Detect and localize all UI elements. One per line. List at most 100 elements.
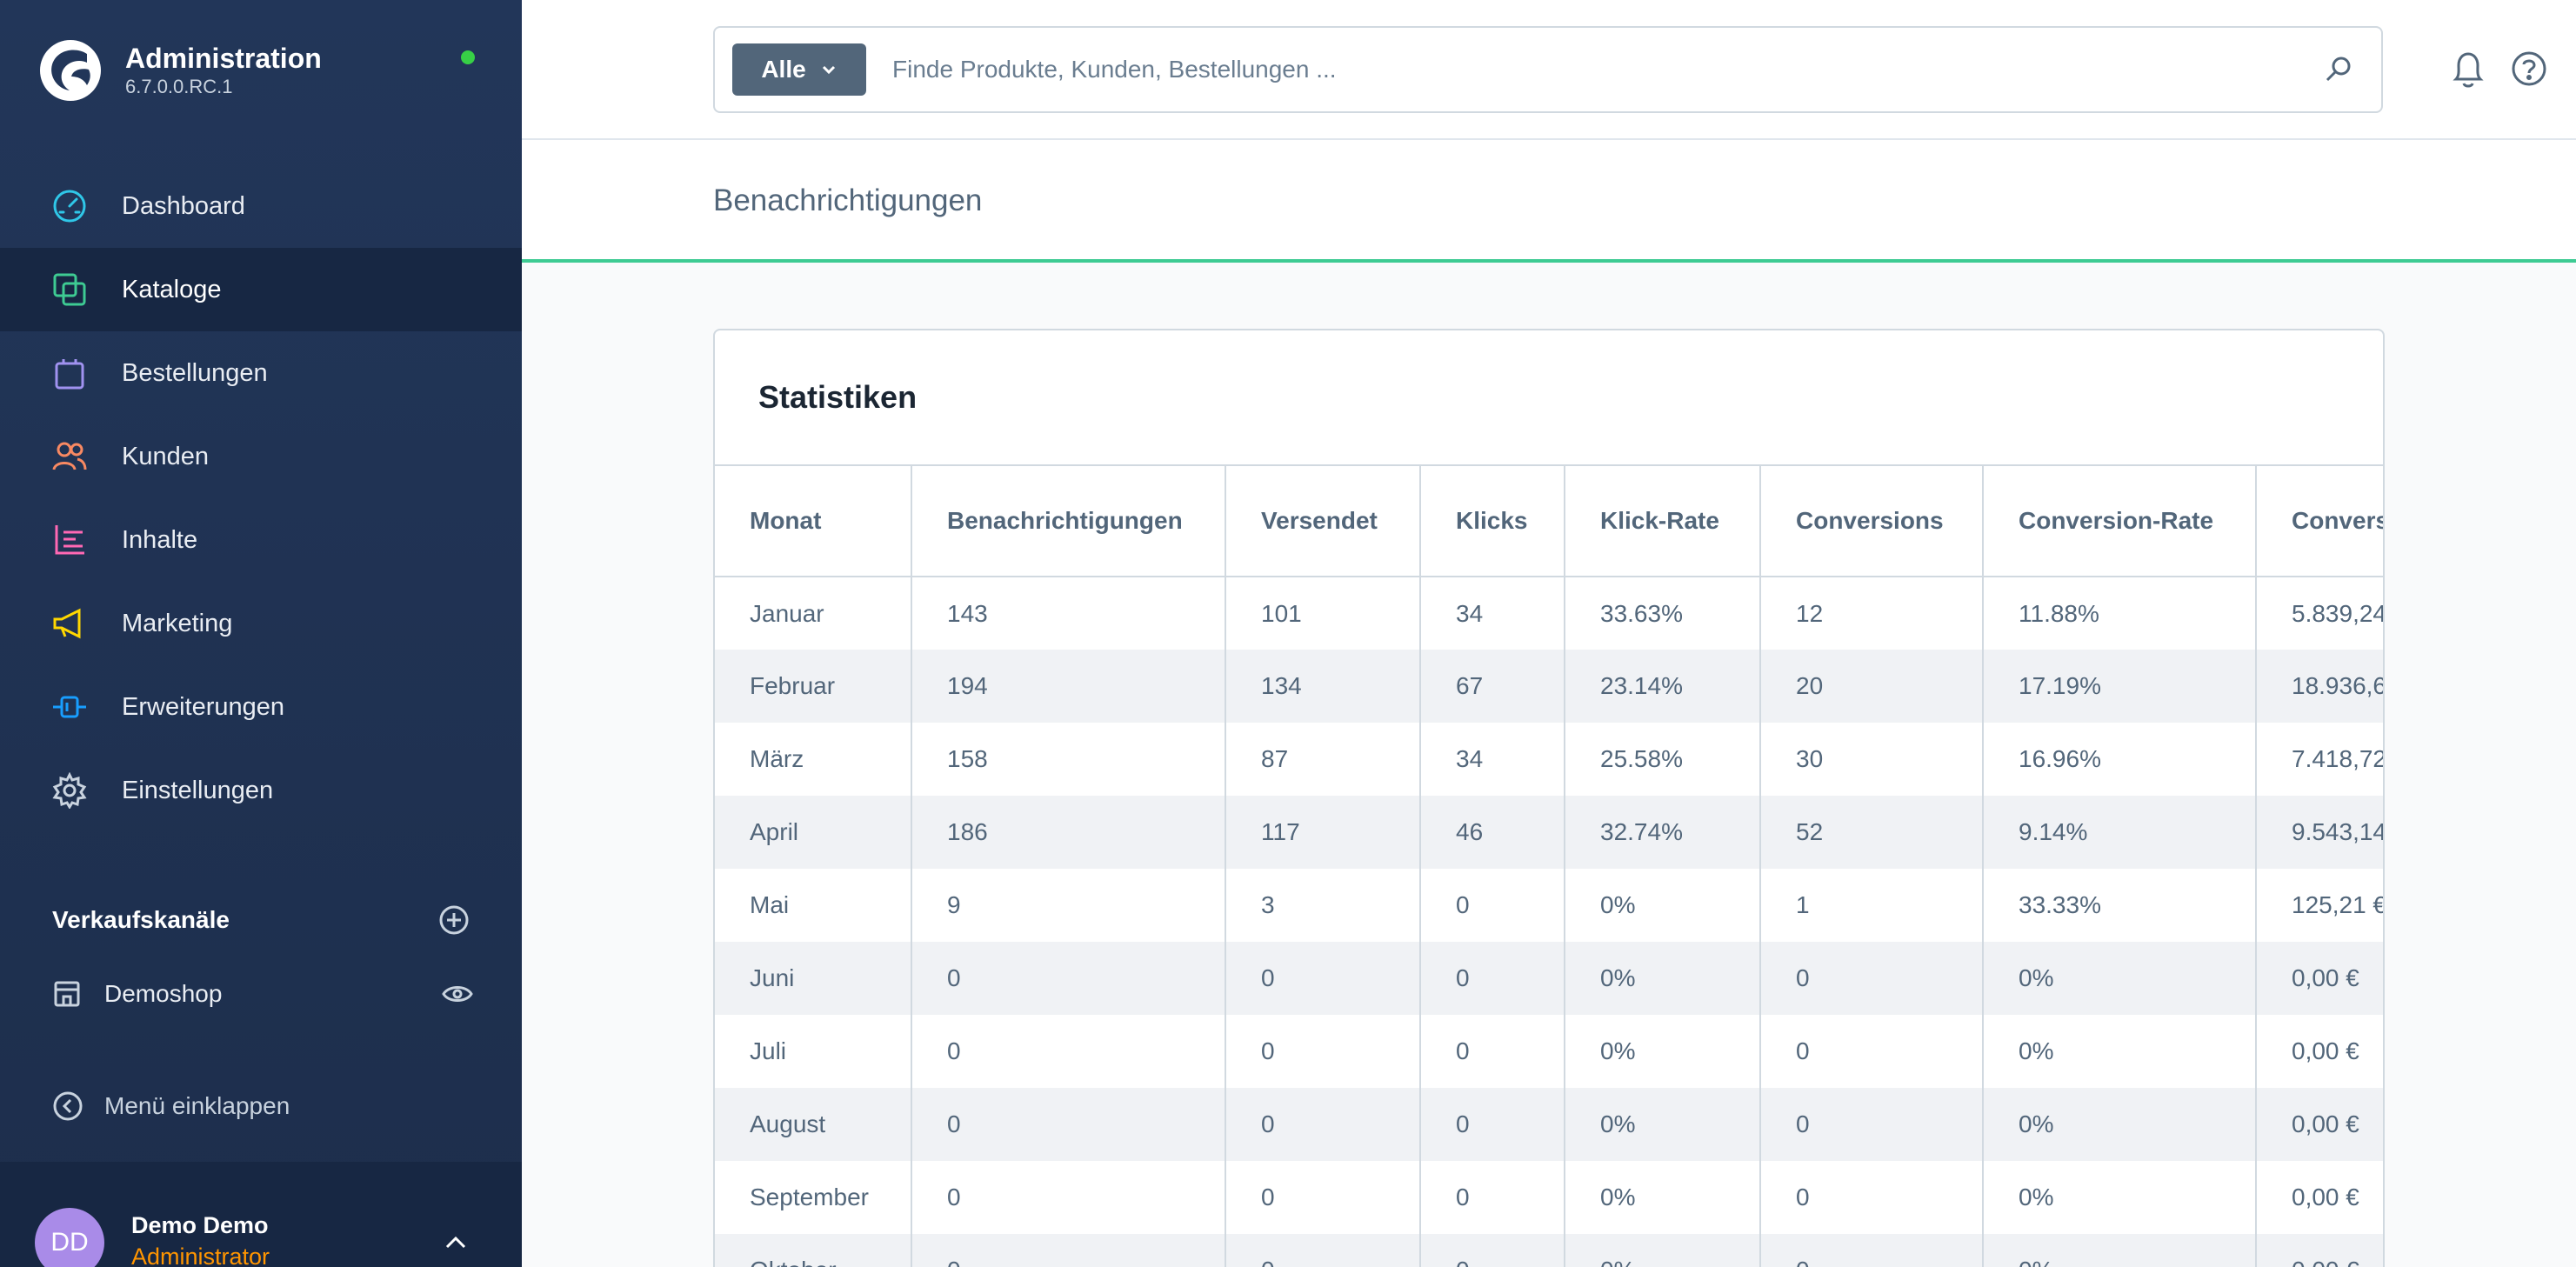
table-cell: 7.418,72 € bbox=[2292, 745, 2385, 772]
search-type-label: Alle bbox=[761, 56, 806, 83]
nav-label: Kataloge bbox=[122, 275, 222, 303]
table-cell: 0 bbox=[1225, 1161, 1421, 1234]
table-cell: 34 bbox=[1420, 723, 1565, 796]
search-icon[interactable] bbox=[2324, 55, 2353, 84]
nav-item-bestellungen[interactable]: Bestellungen bbox=[0, 331, 522, 415]
table-cell: 0 bbox=[1760, 1234, 1984, 1267]
table-cell: 16.96% bbox=[1983, 723, 2257, 796]
nav-item-inhalte[interactable]: Inhalte bbox=[0, 498, 522, 582]
nav-item-dashboard[interactable]: Dashboard bbox=[0, 164, 522, 248]
nav-label: Erweiterungen bbox=[122, 692, 284, 721]
column-header[interactable]: Conversions bbox=[1760, 465, 1984, 577]
sidebar: Administration 6.7.0.0.RC.1 Dashboard Ka… bbox=[0, 0, 522, 1267]
table-cell: 0% bbox=[1983, 1234, 2257, 1267]
eye-icon[interactable] bbox=[442, 984, 473, 1004]
page-title: Benachrichtigungen bbox=[713, 183, 983, 217]
help-icon[interactable] bbox=[2510, 50, 2548, 88]
search-input[interactable] bbox=[892, 56, 2324, 83]
column-header[interactable]: Conversion-Rate bbox=[1983, 465, 2257, 577]
table-cell: Februar bbox=[715, 650, 912, 723]
search-type-dropdown[interactable]: Alle bbox=[732, 43, 866, 96]
gear-icon bbox=[50, 771, 89, 810]
table-cell: 0% bbox=[1565, 1015, 1761, 1088]
table-cell: 0 bbox=[911, 942, 1226, 1015]
column-header[interactable]: Klicks bbox=[1420, 465, 1565, 577]
column-header[interactable]: Monat bbox=[715, 465, 912, 577]
table-cell: 0 bbox=[1225, 942, 1421, 1015]
user-name: Demo Demo bbox=[131, 1212, 269, 1238]
table-cell: April bbox=[715, 796, 912, 869]
sales-channel-label: Demoshop bbox=[104, 980, 223, 1007]
table-cell: März bbox=[715, 723, 912, 796]
table-cell: 0 bbox=[1225, 1088, 1421, 1161]
table-cell: 0 bbox=[1760, 1161, 1984, 1234]
table-cell: 0,00 € bbox=[2292, 1037, 2359, 1064]
online-status-indicator bbox=[461, 50, 475, 64]
brand[interactable]: Administration 6.7.0.0.RC.1 bbox=[38, 38, 322, 103]
table-row: Januar1431013433.63%1211.88% 5.839,24 € bbox=[715, 577, 2383, 650]
nav-item-marketing[interactable]: Marketing bbox=[0, 582, 522, 665]
table-cell: 67 bbox=[1420, 650, 1565, 723]
table-cell: 33.63% bbox=[1565, 577, 1761, 650]
bell-icon[interactable] bbox=[2449, 50, 2487, 90]
table-cell: 0 bbox=[1760, 1088, 1984, 1161]
page-header: Benachrichtigungen bbox=[522, 140, 2576, 262]
content-icon bbox=[50, 521, 89, 559]
table-cell: 0,00 € bbox=[2292, 1184, 2359, 1210]
column-header[interactable]: Versendet bbox=[1225, 465, 1421, 577]
table-row: Juni 0 0 0 0% 0 0% 0,00 € bbox=[715, 942, 2383, 1015]
table-cell: 0 bbox=[911, 1015, 1226, 1088]
gauge-icon bbox=[50, 187, 89, 225]
table-cell: 9 bbox=[911, 869, 1226, 942]
nav-label: Einstellungen bbox=[122, 776, 274, 804]
table-cell: 0% bbox=[1983, 1088, 2257, 1161]
catalog-icon bbox=[50, 270, 89, 309]
chevron-left-circle-icon bbox=[53, 1091, 83, 1121]
table-row: Juli 0 0 0 0% 0 0% 0,00 € bbox=[715, 1015, 2383, 1088]
app-version: 6.7.0.0.RC.1 bbox=[125, 76, 233, 97]
table-cell: 0 bbox=[1420, 1161, 1565, 1234]
table-cell: 0 bbox=[1760, 942, 1984, 1015]
sales-channel-item[interactable]: Demoshop bbox=[52, 979, 473, 1009]
table-cell: September bbox=[715, 1161, 912, 1234]
chevron-down-icon bbox=[822, 65, 835, 75]
user-menu[interactable]: DD Demo Demo Administrator bbox=[0, 1162, 522, 1267]
table-cell: 25.58% bbox=[1565, 723, 1761, 796]
table-cell: 0 bbox=[1420, 1015, 1565, 1088]
collapse-menu-button[interactable]: Menü einklappen bbox=[52, 1090, 290, 1122]
sales-channels-title: Verkaufskanäle bbox=[52, 906, 230, 933]
plug-icon bbox=[50, 688, 89, 726]
table-cell: 194 bbox=[911, 650, 1226, 723]
chevron-up-icon[interactable] bbox=[444, 1235, 468, 1250]
table-cell: 0 bbox=[1420, 869, 1565, 942]
table-cell: 134 bbox=[1225, 650, 1421, 723]
avatar: DD bbox=[35, 1208, 104, 1267]
user-role: Administrator bbox=[131, 1244, 270, 1267]
column-header[interactable]: Benachrichtigungen bbox=[911, 465, 1226, 577]
table-cell: 0 bbox=[1225, 1015, 1421, 1088]
table-cell: 0 bbox=[911, 1161, 1226, 1234]
table-cell: 186 bbox=[911, 796, 1226, 869]
nav-item-einstellungen[interactable]: Einstellungen bbox=[0, 749, 522, 832]
table-cell: 0 bbox=[1420, 1234, 1565, 1267]
table-cell: 101 bbox=[1225, 577, 1421, 650]
table-cell: 12 bbox=[1760, 577, 1984, 650]
nav-item-erweiterungen[interactable]: Erweiterungen bbox=[0, 665, 522, 749]
table-cell: Mai bbox=[715, 869, 912, 942]
table-cell: 33.33% bbox=[1983, 869, 2257, 942]
column-header[interactable]: Conversions-Umsatz bbox=[2256, 465, 2383, 577]
column-header[interactable]: Klick-Rate bbox=[1565, 465, 1761, 577]
nav-label: Dashboard bbox=[122, 191, 245, 220]
nav-label: Inhalte bbox=[122, 525, 198, 554]
nav-label: Kunden bbox=[122, 442, 209, 470]
add-circle-icon[interactable] bbox=[438, 904, 470, 936]
nav-item-kunden[interactable]: Kunden bbox=[0, 415, 522, 498]
table-cell: 17.19% bbox=[1983, 650, 2257, 723]
table-cell: 32.74% bbox=[1565, 796, 1761, 869]
table-cell: 0 bbox=[911, 1088, 1226, 1161]
nav-item-kataloge[interactable]: Kataloge bbox=[0, 248, 522, 331]
table-cell: 9.14% bbox=[1983, 796, 2257, 869]
shopping-bag-icon bbox=[50, 354, 89, 392]
table-cell: 1 bbox=[1760, 869, 1984, 942]
collapse-menu-label: Menü einklappen bbox=[104, 1092, 290, 1119]
